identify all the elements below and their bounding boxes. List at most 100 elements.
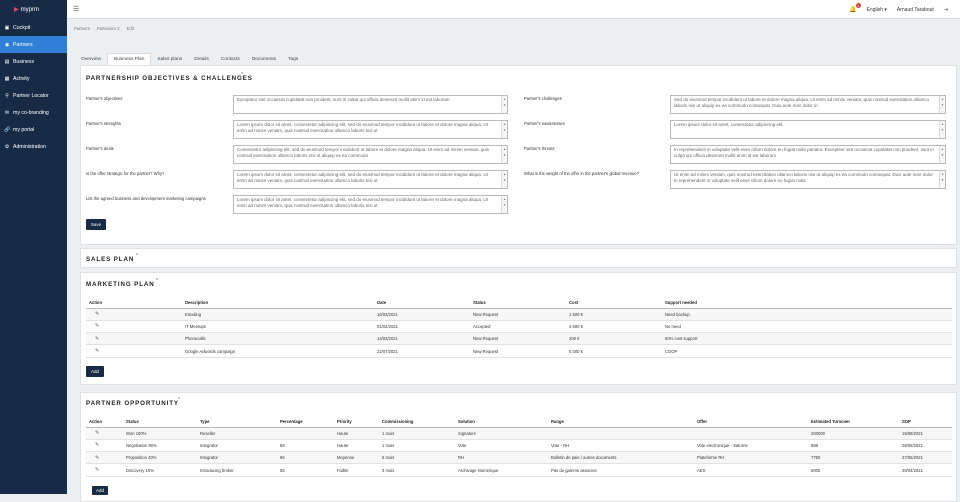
table-cell: 50% cost support <box>662 332 952 346</box>
field-value: Sed do eiusmod tempor incididunt ut labo… <box>674 97 930 108</box>
edit-pencil-icon[interactable]: ✎ <box>89 323 99 329</box>
action-cell: ✎ <box>86 308 182 321</box>
sidebar-item-my-co-branding[interactable]: ✉ my co-branding <box>0 104 67 121</box>
sidebar-item-partner-locator[interactable]: ⚲ Partner Locator <box>0 87 67 104</box>
edit-pencil-icon[interactable]: ✎ <box>89 455 99 461</box>
sidebar-item-administration[interactable]: ⚙ Administration <box>0 138 67 155</box>
sidebar-item-partners[interactable]: ◉ Partners <box>0 36 67 53</box>
sidebar-item-cockpit[interactable]: ▣ Cockpit <box>0 19 67 36</box>
collapse-caret-icon[interactable]: ^ <box>241 72 243 78</box>
logout-icon[interactable]: ⇥ <box>944 7 948 13</box>
collapse-caret-icon[interactable]: ^ <box>136 253 138 259</box>
field-label: Partner's threats <box>524 146 555 151</box>
app-logo[interactable]: ▶ myprm <box>0 0 67 19</box>
dashboard-icon: ▣ <box>4 24 10 31</box>
table-row: ✎ Google Adwords campaign 22/07/2021 New Re… <box>86 344 952 358</box>
gears-icon: ⚙ <box>4 143 10 150</box>
edit-pencil-icon[interactable]: ✎ <box>89 467 99 473</box>
textarea-scrollbar[interactable]: ▲ ▼ <box>939 96 945 113</box>
save-button[interactable]: Save <box>86 219 106 230</box>
breadcrumb-item[interactable]: Partners <box>74 26 90 31</box>
textarea-scrollbar[interactable]: ▲ ▼ <box>501 171 507 188</box>
field-textarea[interactable]: In reprehenderit in voluptate velit esse… <box>670 145 946 164</box>
collapse-caret-icon[interactable]: ^ <box>178 397 180 403</box>
table-cell <box>694 427 808 440</box>
field-textarea[interactable]: Lorem ipsum dolor sit amet, consectetur … <box>233 170 508 189</box>
table-cell: Google Adwords campaign <box>182 344 374 358</box>
logo-mark-icon: ▶ <box>14 7 19 13</box>
tab-sales-plans[interactable]: Sales plans <box>151 53 188 65</box>
table-cell: Emailing <box>182 308 374 321</box>
field-value: Lorem ipsum dolor sit amet, consectetur … <box>237 172 488 183</box>
objectives-section-title: PARTNERSHIP OBJECTIVES & CHALLENGES <box>86 75 253 82</box>
calendar-icon: ▦ <box>4 75 10 82</box>
field-textarea[interactable]: Sed do eiusmod tempor incididunt ut labo… <box>670 95 946 114</box>
field-textarea[interactable]: Excepteur sint occaecat cupidatat non pr… <box>233 95 508 114</box>
field-label: Partner's deals <box>86 146 114 151</box>
tab-contacts[interactable]: Contacts <box>215 53 246 65</box>
action-cell: ✎ <box>86 451 123 465</box>
table-cell: Bulletin de paie / autres documents <box>548 451 694 465</box>
sidebar-item-label: Partners <box>13 41 33 48</box>
field-textarea[interactable]: Consectetur adipiscing elit, sed do eius… <box>233 145 508 164</box>
sidebar-item-activity[interactable]: ▦ Activity <box>0 70 67 87</box>
edit-pencil-icon[interactable]: ✎ <box>89 336 99 342</box>
edit-pencil-icon[interactable]: ✎ <box>89 430 99 436</box>
table-cell: Introducing broker <box>197 463 277 477</box>
table-cell: 6 mois <box>379 451 455 465</box>
textarea-scrollbar[interactable]: ▲ ▼ <box>501 121 507 138</box>
tab-business-plan[interactable]: Business Plan <box>107 53 152 65</box>
menu-toggle-icon[interactable]: ☰ <box>73 5 79 13</box>
table-cell: Haute <box>334 427 379 440</box>
sidebar-item-label: Activity <box>13 75 30 82</box>
language-select[interactable]: English ▾ <box>867 7 887 13</box>
textarea-scrollbar[interactable]: ▲ ▼ <box>939 171 945 188</box>
partner-opportunity-title: PARTNER OPPORTUNITY <box>86 400 179 407</box>
tab-tags[interactable]: Tags <box>282 53 304 65</box>
marketing-plan-table: Action Description Date Status Cost Support n… <box>86 298 952 358</box>
sidebar-item-label: my co-branding <box>13 109 49 116</box>
column-header: SOP <box>899 417 952 428</box>
action-cell: ✎ <box>86 320 182 334</box>
column-header: Status <box>123 417 197 428</box>
edit-pencil-icon[interactable]: ✎ <box>89 442 99 448</box>
sidebar-item-business[interactable]: ▤ Business <box>0 53 67 70</box>
textarea-scrollbar[interactable]: ▲ ▼ <box>501 196 507 213</box>
sidebar-item-label: Cockpit <box>13 24 31 31</box>
field-value: In reprehenderit in voluptate velit esse… <box>674 147 934 158</box>
tab-bar: Overview Business Plan Sales plans Details C… <box>75 53 304 65</box>
edit-pencil-icon[interactable]: ✎ <box>89 348 99 354</box>
table-cell: Haute <box>334 439 379 453</box>
tab-documents[interactable]: Documents <box>246 53 282 65</box>
marketing-plan-title: MARKETING PLAN <box>86 281 155 288</box>
add-marketing-button[interactable]: Add <box>86 366 104 377</box>
partners-icon: ◉ <box>4 41 10 48</box>
sidebar-item-label: my portal <box>13 126 35 133</box>
column-header: Date <box>374 298 470 309</box>
textarea-scrollbar[interactable]: ▲ ▼ <box>939 121 945 138</box>
table-cell: Accepted <box>470 320 566 334</box>
table-cell: Reseller <box>197 427 277 440</box>
breadcrumb-item[interactable]: Partenaire 2 <box>97 26 120 31</box>
column-header: Estimated Turnover <box>808 417 899 428</box>
tab-overview[interactable]: Overview <box>75 53 107 65</box>
table-row: ✎ Phonecalls 14/03/2021 New Request 200 €50%… <box>86 332 952 346</box>
textarea-scrollbar[interactable]: ▲ ▼ <box>501 96 507 113</box>
field-label: What is the weight of the offer in the p… <box>524 171 640 176</box>
collapse-caret-icon[interactable]: ^ <box>156 278 158 284</box>
map-pin-icon: ⚲ <box>5 92 9 99</box>
field-textarea[interactable]: Lorem ipsum dolor sit amet, consectetur … <box>233 120 508 139</box>
sidebar-item-my-portal[interactable]: 🔗 my portal <box>0 121 67 138</box>
user-name[interactable]: Arnaud Tarabout <box>897 7 934 13</box>
textarea-scrollbar[interactable]: ▲ ▼ <box>939 146 945 163</box>
tab-details[interactable]: Details <box>188 53 215 65</box>
table-cell: No need <box>662 320 952 334</box>
textarea-scrollbar[interactable]: ▲ ▼ <box>501 146 507 163</box>
field-textarea[interactable]: Lorem ipsum dolor sit amet, consectetur … <box>670 120 946 139</box>
field-textarea[interactable]: Ut enim ad minim veniam, quis nostrud ex… <box>670 170 946 189</box>
edit-pencil-icon[interactable]: ✎ <box>89 311 99 317</box>
notifications-bell-icon[interactable]: 🔔 1 <box>849 3 861 13</box>
briefcase-icon: ▤ <box>4 58 10 65</box>
field-textarea[interactable]: Lorem ipsum dolor sit amet, consectetur … <box>233 195 508 214</box>
table-cell: RH <box>455 451 548 465</box>
